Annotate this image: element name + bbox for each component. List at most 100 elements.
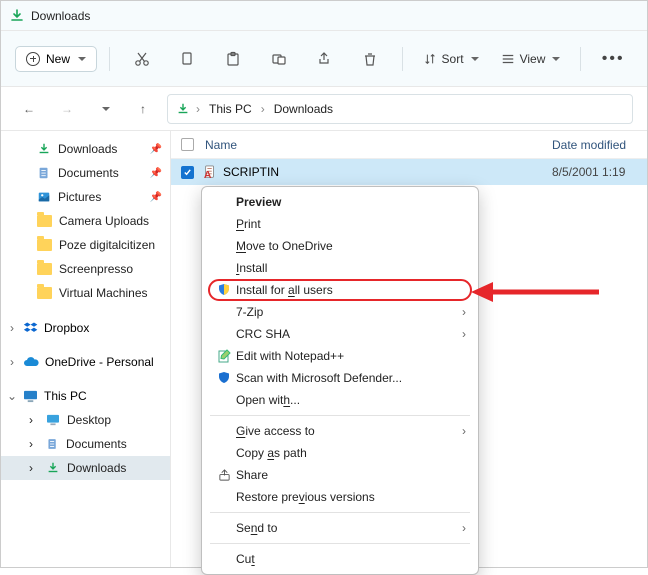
ctx-share[interactable]: Share	[204, 464, 476, 486]
sidebar-item-virtual-machines[interactable]: Virtual Machines	[1, 281, 170, 305]
sidebar-item-camera-uploads[interactable]: Camera Uploads	[1, 209, 170, 233]
share-icon	[212, 469, 236, 482]
up-button[interactable]: ↑	[129, 95, 157, 123]
ctx-edit-notepad[interactable]: Edit with Notepad++	[204, 345, 476, 367]
new-button[interactable]: New	[15, 46, 97, 72]
chevron-down-icon: ⌄	[7, 389, 17, 403]
file-name: SCRIPTIN	[223, 165, 279, 179]
sidebar-item-label: Camera Uploads	[59, 214, 149, 228]
row-checkbox[interactable]	[171, 166, 203, 179]
sidebar-item-screenpresso[interactable]: Screenpresso	[1, 257, 170, 281]
paste-button[interactable]	[213, 42, 253, 76]
notepad-icon	[212, 349, 236, 363]
file-type-icon: A	[203, 165, 217, 179]
copy-button[interactable]	[168, 42, 208, 76]
pin-icon: 📌	[150, 144, 162, 155]
pin-icon: 📌	[150, 168, 162, 179]
sidebar-item-dropbox[interactable]: › Dropbox	[1, 315, 170, 340]
divider	[402, 47, 403, 71]
plus-icon	[26, 52, 40, 66]
sidebar-item-desktop[interactable]: › Desktop	[1, 408, 170, 432]
ellipsis-icon: •••	[602, 50, 625, 68]
sidebar-item-documents-pc[interactable]: › Documents	[1, 432, 170, 456]
sidebar-item-documents[interactable]: Documents 📌	[1, 161, 170, 185]
folder-icon	[37, 215, 52, 227]
select-all-checkbox[interactable]	[171, 138, 203, 151]
document-icon	[37, 166, 51, 180]
share-button[interactable]	[304, 42, 344, 76]
folder-icon	[37, 239, 52, 251]
folder-icon	[37, 287, 52, 299]
sort-button[interactable]: Sort	[415, 47, 487, 71]
shield-icon	[217, 283, 231, 297]
address-bar-row: ← → ↑ › This PC › Downloads	[1, 87, 647, 131]
sidebar-item-label: Virtual Machines	[59, 286, 148, 300]
sidebar-item-label: This PC	[44, 389, 87, 403]
crumb-thispc[interactable]: This PC	[206, 100, 255, 118]
breadcrumb[interactable]: › This PC › Downloads	[167, 94, 633, 124]
back-button[interactable]: ←	[15, 95, 43, 123]
sidebar-item-downloads[interactable]: Downloads 📌	[1, 137, 170, 161]
separator	[210, 415, 470, 416]
sidebar-item-label: Documents	[58, 166, 119, 180]
sidebar-item-downloads-pc[interactable]: › Downloads	[1, 456, 170, 480]
sidebar-item-thispc[interactable]: ⌄ This PC	[1, 384, 170, 408]
cut-button[interactable]	[122, 42, 162, 76]
more-button[interactable]: •••	[593, 42, 633, 76]
column-name[interactable]: Name	[203, 138, 552, 152]
forward-button[interactable]: →	[53, 95, 81, 123]
ctx-install-all-users[interactable]: Install for all users	[204, 279, 476, 301]
sidebar-item-label: Downloads	[67, 461, 126, 475]
chevron-right-icon: ›	[196, 102, 200, 116]
divider	[109, 47, 110, 71]
sidebar-item-onedrive[interactable]: › OneDrive - Personal	[1, 350, 170, 374]
folder-icon	[37, 263, 52, 275]
ctx-preview[interactable]: Preview	[204, 191, 476, 213]
ctx-crc-sha[interactable]: CRC SHA›	[204, 323, 476, 345]
monitor-icon	[23, 390, 38, 403]
ctx-copy-as-path[interactable]: Copy as path	[204, 442, 476, 464]
sidebar-item-pictures[interactable]: Pictures📌	[1, 185, 170, 209]
delete-button[interactable]	[350, 42, 390, 76]
ctx-restore-versions[interactable]: Restore previous versions	[204, 486, 476, 508]
ctx-send-to[interactable]: Send to›	[204, 517, 476, 539]
chevron-down-icon	[552, 57, 560, 61]
sidebar-item-label: Dropbox	[44, 321, 89, 335]
sidebar-item-label: Desktop	[67, 413, 111, 427]
download-icon	[37, 142, 51, 156]
ctx-7zip[interactable]: 7-Zip›	[204, 301, 476, 323]
recent-locations-button[interactable]	[91, 95, 119, 123]
sort-label: Sort	[442, 52, 464, 66]
sidebar-item-label: Downloads	[58, 142, 117, 156]
view-icon	[501, 52, 515, 66]
file-date: 8/5/2001 1:19	[552, 165, 647, 179]
cloud-icon	[23, 357, 39, 368]
ctx-install[interactable]: Install	[204, 257, 476, 279]
rename-button[interactable]	[259, 42, 299, 76]
ctx-open-with[interactable]: Open with...	[204, 389, 476, 411]
crumb-downloads[interactable]: Downloads	[271, 100, 336, 118]
ctx-scan-defender[interactable]: Scan with Microsoft Defender...	[204, 367, 476, 389]
download-icon	[46, 461, 60, 475]
chevron-right-icon: ›	[29, 437, 39, 451]
chevron-down-icon	[102, 107, 110, 111]
sidebar-item-poze[interactable]: Poze digitalcitizen	[1, 233, 170, 257]
chevron-right-icon: ›	[7, 321, 17, 335]
sidebar-item-label: Documents	[66, 437, 127, 451]
new-label: New	[46, 52, 70, 66]
separator	[210, 512, 470, 513]
ctx-cut[interactable]: Cut	[204, 548, 476, 570]
chevron-right-icon: ›	[29, 413, 39, 427]
sidebar-item-label: Screenpresso	[59, 262, 133, 276]
column-date[interactable]: Date modified	[552, 138, 647, 152]
ctx-give-access[interactable]: Give access to›	[204, 420, 476, 442]
title-bar: Downloads	[1, 1, 647, 31]
file-row[interactable]: A SCRIPTIN 8/5/2001 1:19	[171, 159, 647, 185]
separator	[210, 543, 470, 544]
chevron-right-icon: ›	[7, 355, 17, 369]
pin-icon: 📌	[150, 192, 162, 203]
view-button[interactable]: View	[493, 47, 569, 71]
chevron-down-icon	[471, 57, 479, 61]
ctx-move-onedrive[interactable]: Move to OneDrive	[204, 235, 476, 257]
ctx-print[interactable]: Print	[204, 213, 476, 235]
